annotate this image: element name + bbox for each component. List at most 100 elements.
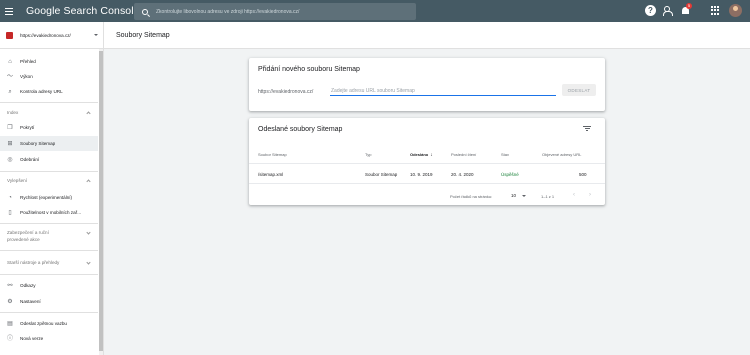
section-security[interactable]: Zabezpečení a ruční provedené akce xyxy=(0,229,98,243)
manage-users-icon[interactable] xyxy=(663,5,674,16)
sidebar-item-label: Odebrání xyxy=(20,157,40,162)
divider xyxy=(0,312,98,313)
sidebar-item-label: Kontrola adresy URL xyxy=(20,89,63,94)
apps-grid-icon[interactable] xyxy=(710,5,721,16)
file-copy-icon: ❐ xyxy=(7,124,13,131)
home-icon: ⌂ xyxy=(8,58,12,65)
sidebar-item-links[interactable]: ⚯ Odkazy xyxy=(0,278,98,293)
submitted-sitemaps-card: Odeslané soubory Sitemap Soubor Sitemap … xyxy=(249,118,605,205)
section-enhancements[interactable]: Vylepšení xyxy=(0,177,98,184)
cell-type: Soubor Sitemap xyxy=(365,172,398,177)
sidebar-item-label: Odeslat zpětnou vazbu xyxy=(20,321,67,326)
eye-off-icon: ◎ xyxy=(7,156,13,163)
help-icon[interactable]: ? xyxy=(645,5,656,16)
sidebar-item-settings[interactable]: ⚙ Nastavení xyxy=(0,294,98,309)
sidebar-item-label: Soubory Sitemap xyxy=(20,141,56,146)
add-sitemap-card: Přidání nového souboru Sitemap https://e… xyxy=(249,58,605,111)
divider xyxy=(0,102,98,103)
chevron-up-icon xyxy=(86,111,91,116)
sidebar-item-label: Rychlost (experimentální) xyxy=(20,195,73,200)
sidebar-item-label: Nastavení xyxy=(20,299,41,304)
menu-icon[interactable] xyxy=(5,0,19,22)
search-icon xyxy=(142,8,148,15)
section-legacy-tools[interactable]: Starší nástroje a přehledy xyxy=(0,259,98,266)
filter-icon[interactable] xyxy=(583,126,591,133)
divider xyxy=(0,274,98,275)
sidebar-item-coverage[interactable]: ❐ Pokrytí xyxy=(0,120,98,135)
cell-last-read: 20. 4. 2020 xyxy=(451,172,474,177)
url-prefix: https://evakiedronova.cz/ xyxy=(258,89,314,95)
card-title: Přidání nového souboru Sitemap xyxy=(258,66,360,73)
property-url: https://evakiedronova.cz/ xyxy=(20,32,71,38)
column-header[interactable]: Poslední čtení xyxy=(451,152,476,157)
phone-icon: ▯ xyxy=(8,209,12,216)
rows-per-page-select[interactable]: 10 xyxy=(511,193,516,198)
chevron-down-icon xyxy=(86,230,91,235)
arrow-down-icon: ↓ xyxy=(430,152,433,158)
sidebar-item-sitemaps[interactable]: ⊞ Soubory Sitemap xyxy=(0,136,98,151)
sidebar-item-label: Pokrytí xyxy=(20,125,35,130)
column-header[interactable]: Objevené adresy URL xyxy=(542,152,581,157)
section-label: Zabezpečení a ruční provedené akce xyxy=(7,229,87,243)
cell-sitemap: /sitemap.xml xyxy=(258,172,284,177)
speed-icon: ◔ xyxy=(8,194,12,201)
scrollbar-thumb[interactable] xyxy=(99,51,103,351)
submit-button[interactable]: ODESLAT xyxy=(562,84,596,96)
search-placeholder: Zkontrolujte libovolnou adresu ve zdroji… xyxy=(156,8,300,15)
sitemap-icon: ⊞ xyxy=(7,140,13,147)
column-header[interactable]: Stav xyxy=(501,152,509,157)
next-page-icon[interactable]: › xyxy=(589,192,591,198)
section-label-line: provedené akce xyxy=(7,237,40,242)
sidebar-item-speed[interactable]: ◔ Rychlost (experimentální) xyxy=(0,190,98,205)
avatar[interactable] xyxy=(729,4,742,17)
sitemap-url-input[interactable] xyxy=(330,86,556,96)
column-header[interactable]: Soubor Sitemap xyxy=(258,152,287,157)
sidebar-item-mobile-usability[interactable]: ▯ Použitelnost v mobilních zař... xyxy=(0,205,98,220)
pagination-range: 1–1 z 1 xyxy=(541,194,555,199)
sidebar-item-feedback[interactable]: ▤ Odeslat zpětnou vazbu xyxy=(0,316,98,331)
chevron-down-icon xyxy=(86,260,91,265)
brand-product: Search Console xyxy=(63,5,140,17)
cell-submitted: 10. 9. 2019 xyxy=(410,172,433,177)
chevron-down-icon xyxy=(94,34,98,36)
divider xyxy=(249,163,605,164)
sidebar-scrollbar[interactable] xyxy=(99,49,103,355)
rows-per-page-label: Počet řádků na stránku: xyxy=(450,194,493,199)
section-index[interactable]: Index xyxy=(0,109,98,116)
sidebar-item-label: Přehled xyxy=(20,59,36,64)
divider xyxy=(0,250,98,251)
card-title: Odeslané soubory Sitemap xyxy=(258,126,343,133)
divider xyxy=(0,223,98,224)
app-logo[interactable]: Google Search Console xyxy=(26,5,140,17)
section-label-line: Zabezpečení a ruční xyxy=(7,230,49,235)
trend-icon: 〜 xyxy=(7,73,14,80)
sidebar: https://evakiedronova.cz/ ⌂ Přehled 〜 Vý… xyxy=(0,22,104,355)
sidebar-item-new-version[interactable]: ⓘ Nová verze xyxy=(0,331,98,346)
cell-discovered-urls: 500 xyxy=(579,172,587,177)
sidebar-item-label: Výkon xyxy=(20,74,33,79)
column-header-sorted[interactable]: Odesláno ↓ xyxy=(410,152,433,158)
property-selector[interactable]: https://evakiedronova.cz/ xyxy=(0,22,103,49)
info-icon: ⓘ xyxy=(7,335,14,342)
section-label: Index xyxy=(7,110,19,115)
notification-badge: 5 xyxy=(686,3,692,9)
sidebar-item-label: Nová verze xyxy=(20,336,44,341)
sidebar-item-label: Odkazy xyxy=(20,283,36,288)
links-icon: ⚯ xyxy=(7,282,13,289)
brand-google: Google xyxy=(26,5,61,17)
feedback-icon: ▤ xyxy=(7,320,13,327)
sidebar-item-overview[interactable]: ⌂ Přehled xyxy=(0,54,98,69)
sidebar-item-removals[interactable]: ◎ Odebrání xyxy=(0,152,98,167)
url-inspection-search[interactable]: Zkontrolujte libovolnou adresu ve zdroji… xyxy=(134,3,416,20)
sidebar-item-label: Použitelnost v mobilních zař... xyxy=(20,210,82,215)
section-label: Starší nástroje a přehledy xyxy=(7,260,60,265)
divider xyxy=(0,171,98,172)
settings-icon: ⚙ xyxy=(7,298,13,305)
sidebar-item-performance[interactable]: 〜 Výkon xyxy=(0,69,98,84)
column-header[interactable]: Typ xyxy=(365,152,371,157)
property-icon xyxy=(6,31,13,39)
previous-page-icon[interactable]: ‹ xyxy=(573,192,575,198)
sidebar-item-url-inspection[interactable]: ⌕ Kontrola adresy URL xyxy=(0,84,98,99)
chevron-down-icon[interactable] xyxy=(522,195,526,197)
page-title: Soubory Sitemap xyxy=(116,31,170,39)
